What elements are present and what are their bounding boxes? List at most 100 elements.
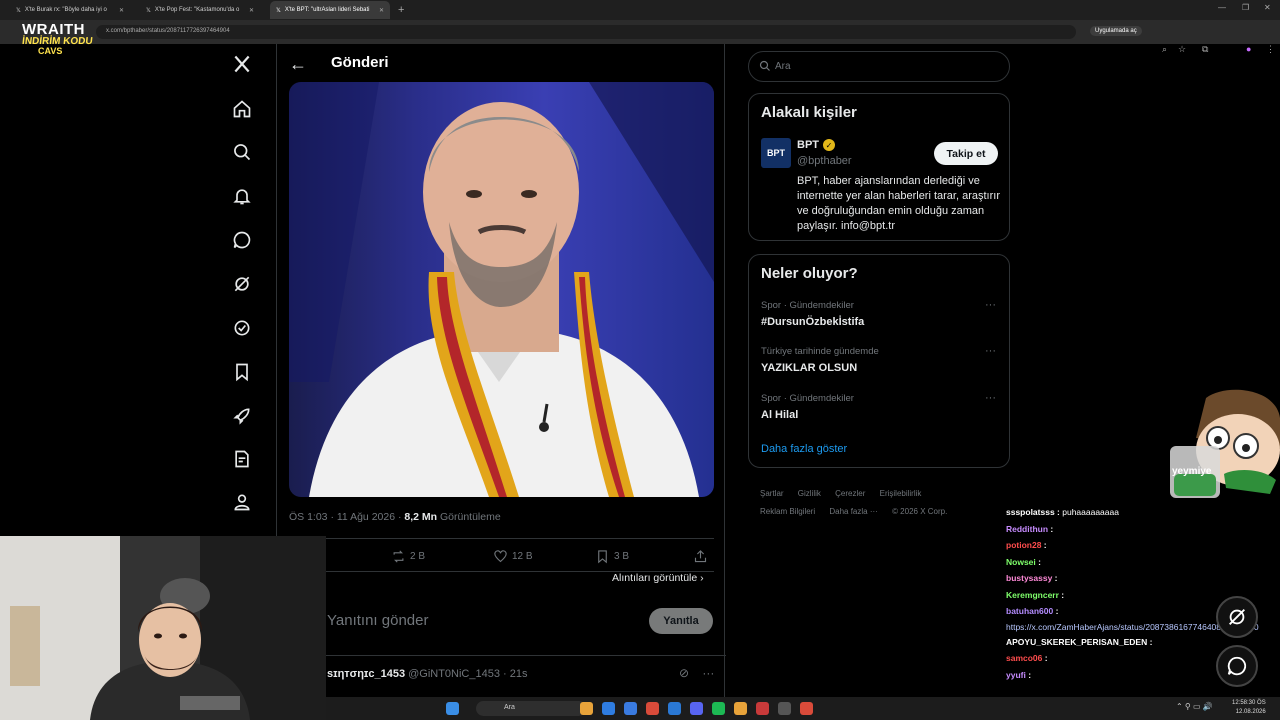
chat-username[interactable]: ssspolatsss — [1006, 507, 1055, 517]
profile-icon[interactable] — [230, 490, 254, 514]
repost-button[interactable]: 2 B — [391, 549, 425, 564]
notifications-icon[interactable] — [230, 184, 254, 208]
more-icon[interactable]: ··· — [985, 299, 996, 311]
footer-link[interactable]: Reklam Bilgileri — [760, 507, 815, 516]
account-handle: @bpthaber — [797, 155, 852, 167]
zoom-icon[interactable]: ⌕ — [1162, 44, 1167, 55]
footer-link[interactable]: Çerezler — [835, 489, 865, 498]
reply-button[interactable]: Yanıtla — [649, 608, 713, 634]
grok-icon[interactable] — [1216, 596, 1258, 638]
close-tab-icon[interactable]: ✕ — [249, 7, 254, 14]
chat-username[interactable]: Keremgncerr — [1006, 590, 1059, 600]
close-tab-icon[interactable]: ✕ — [119, 7, 124, 14]
follow-button[interactable]: Takip et — [934, 142, 998, 165]
chat-username[interactable]: batuhan600 — [1006, 606, 1053, 616]
chat-separator: : — [1147, 636, 1153, 647]
obs-icon[interactable] — [778, 702, 791, 715]
chat-separator: : — [1053, 606, 1059, 616]
chat-text: puhaaaaaaaaa — [1062, 507, 1119, 517]
chat-separator: : — [1041, 540, 1047, 550]
share-button[interactable] — [693, 549, 708, 564]
back-arrow-icon[interactable]: ← — [289, 54, 307, 75]
maximize-icon[interactable]: ❐ — [1242, 3, 1249, 12]
articles-icon[interactable] — [230, 447, 254, 471]
taskbar-search[interactable]: Ara — [476, 701, 586, 716]
search-box[interactable]: Ara — [748, 51, 1010, 82]
app-icon[interactable] — [756, 702, 769, 715]
close-tab-icon[interactable]: ✕ — [379, 7, 384, 14]
browser-tab-1[interactable]: 𝕏 X'te Burak rx: "Böyle daha iyi o ✕ — [10, 1, 130, 19]
edge-icon[interactable] — [624, 702, 637, 715]
chat-username[interactable]: samco06 — [1006, 653, 1042, 663]
messages-icon[interactable] — [1216, 645, 1258, 687]
footer-link[interactable]: Daha fazla ··· — [829, 507, 877, 516]
app-icon[interactable] — [646, 702, 659, 715]
logo-line-1: WRAITH — [22, 21, 85, 38]
browser-tab-3[interactable]: 𝕏 X'te BPT: "ultrAslan lideri Sebati ✕ — [270, 1, 390, 19]
bookmarks-icon[interactable] — [230, 360, 254, 384]
grok-icon[interactable] — [230, 272, 254, 296]
chat-username[interactable]: Nowsei — [1006, 557, 1036, 567]
post-image[interactable] — [289, 82, 714, 497]
footer-link[interactable]: Gizlilik — [798, 489, 821, 498]
home-icon[interactable] — [230, 97, 254, 121]
trend-item[interactable]: Spor · Gündemdekiler #DursunÖzbekİstifa — [761, 300, 864, 328]
show-more-link[interactable]: Daha fazla göster — [761, 443, 847, 455]
chat-separator: : — [1042, 653, 1048, 663]
menu-icon[interactable]: ⋮ — [1266, 44, 1275, 55]
discord-icon[interactable] — [690, 702, 703, 715]
chat-username[interactable]: APOYU_SKEREK_PERISAN_EDEN — [1006, 637, 1147, 647]
reply-input[interactable]: Yanıtını gönder — [327, 612, 428, 629]
search-input[interactable]: Ara — [775, 61, 791, 72]
chat-username[interactable]: yyufi — [1006, 670, 1026, 680]
footer-link[interactable]: Erişilebilirlik — [880, 489, 922, 498]
webcam-illustration — [0, 536, 326, 720]
footer-link[interactable]: Şartlar — [760, 489, 784, 498]
chrome-icon[interactable] — [734, 702, 747, 715]
spotify-icon[interactable] — [712, 702, 725, 715]
address-bar-row: x.com/bpthaber/status/208711772639746490… — [0, 20, 1280, 54]
system-clock[interactable]: 12:58:30 ÖS 12.08.2026 — [1232, 699, 1266, 717]
related-people-title: Alakalı kişiler — [761, 104, 857, 121]
chat-username[interactable]: bustysassy — [1006, 573, 1052, 583]
app-icon[interactable] — [800, 702, 813, 715]
bookmark-button[interactable]: 3 B — [595, 549, 629, 564]
star-icon[interactable]: ☆ — [1178, 44, 1186, 55]
like-button[interactable]: 12 B — [493, 549, 533, 564]
comment-author[interactable]: ѕɪηтσηɪc_1453 @GiNT0NiC_1453 · 21s — [327, 668, 527, 680]
windows-taskbar: Ara ⌃ ⚲ ▭ 🔊 12:58:30 ÖS 12.08.2026 — [326, 697, 1280, 720]
verified-badge-icon: ✓ — [823, 139, 835, 151]
messages-icon[interactable] — [230, 228, 254, 252]
browser-tab-2[interactable]: 𝕏 X'te Pop Fest: "Kastamonu'da o ✕ — [140, 1, 260, 19]
premium-verified-icon[interactable] — [230, 316, 254, 340]
avatar[interactable]: BPT — [761, 138, 791, 168]
more-icon[interactable]: ··· — [985, 345, 996, 357]
system-tray-icon[interactable]: ⌃ ⚲ ▭ 🔊 — [1176, 702, 1213, 711]
explore-icon[interactable] — [230, 140, 254, 164]
extensions-icon[interactable]: ⧉ — [1202, 44, 1208, 55]
view-quotes-link[interactable]: Alıntıları görüntüle › — [612, 572, 704, 584]
start-icon[interactable] — [446, 702, 459, 715]
comment-handle: @GiNT0NiC_1453 · 21s — [408, 668, 528, 680]
account-name[interactable]: BPT — [797, 139, 819, 151]
open-in-app-chip[interactable]: Uygulamada aç — [1090, 26, 1142, 36]
grok-icon[interactable]: ⊘ — [679, 666, 689, 680]
x-logo-icon[interactable] — [230, 52, 254, 76]
trend-item[interactable]: Spor · Gündemdekiler Al Hilal — [761, 393, 854, 421]
close-window-icon[interactable]: ✕ — [1264, 3, 1271, 12]
chat-username[interactable]: potion28 — [1006, 540, 1041, 550]
app-icon[interactable] — [602, 702, 615, 715]
url-field[interactable]: x.com/bpthaber/status/208711772639746490… — [96, 25, 1076, 39]
app-icon[interactable] — [668, 702, 681, 715]
rocket-icon[interactable] — [230, 404, 254, 428]
chat-username[interactable]: Reddithun — [1006, 524, 1048, 534]
chrome-icon[interactable] — [580, 702, 593, 715]
more-icon[interactable]: ··· — [985, 392, 996, 404]
trend-item[interactable]: Türkiye tarihinde gündemde YAZIKLAR OLSU… — [761, 346, 879, 374]
profile-icon[interactable]: ● — [1246, 44, 1251, 54]
sponsor-logo: WRAITH İNDİRİM KODU CAVS — [21, 21, 96, 56]
minimize-icon[interactable]: — — [1218, 3, 1226, 12]
browser-tab-bar: 𝕏 X'te Burak rx: "Böyle daha iyi o ✕ 𝕏 X… — [0, 0, 1280, 20]
more-icon[interactable]: ··· — [702, 666, 714, 680]
new-tab-icon[interactable]: + — [398, 4, 404, 16]
